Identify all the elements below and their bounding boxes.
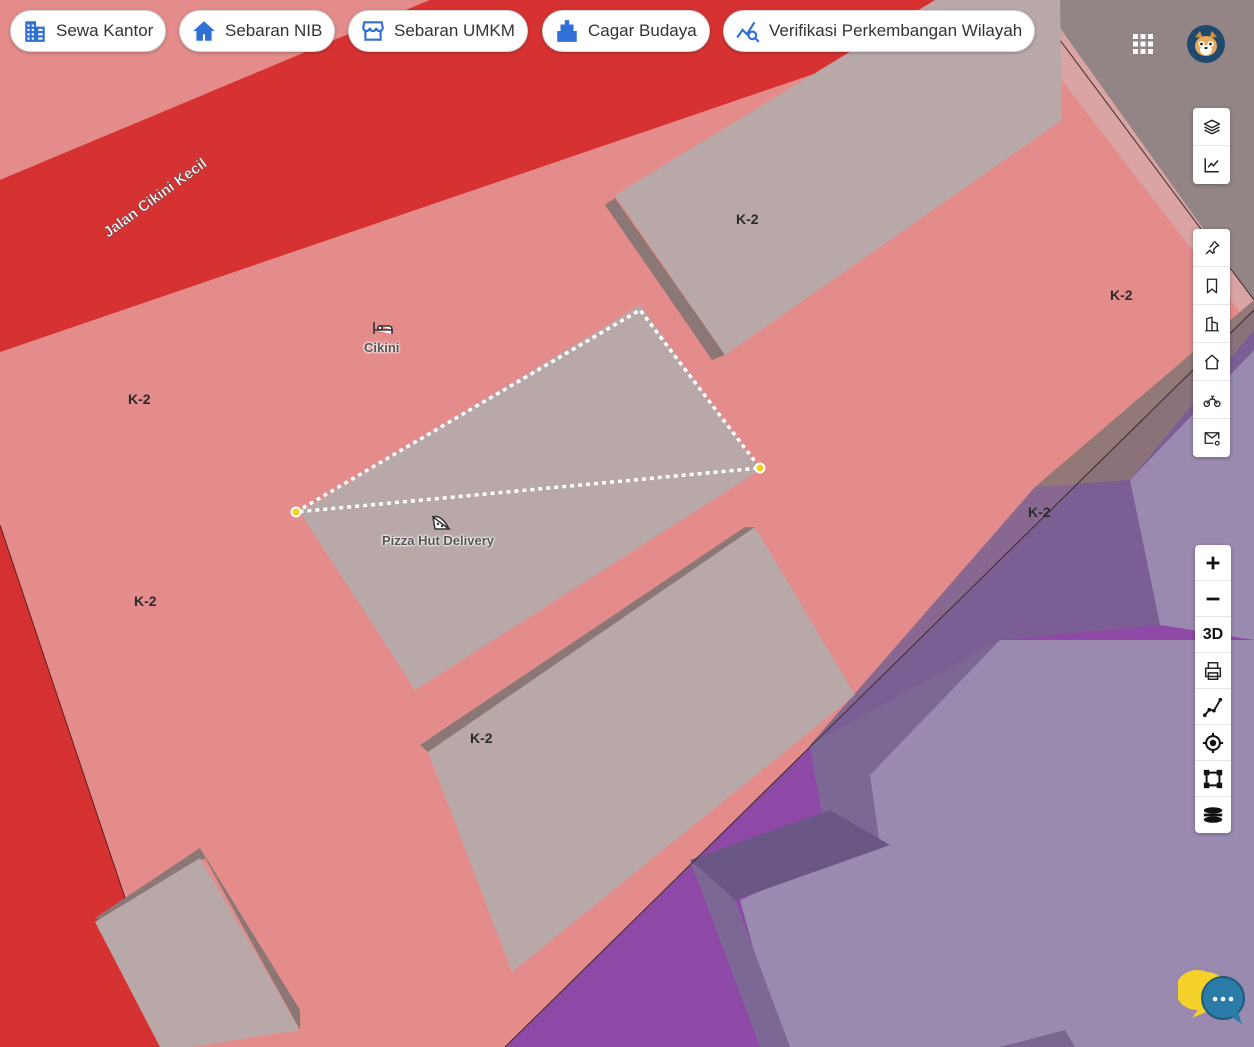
measure-distance-icon bbox=[1202, 697, 1223, 717]
nav-label: Cagar Budaya bbox=[588, 21, 697, 40]
nav-label: Verifikasi Perkembangan Wilayah bbox=[769, 21, 1023, 40]
motorbike-button[interactable] bbox=[1193, 381, 1230, 419]
toolbar-mid bbox=[1193, 229, 1230, 457]
buildings-button[interactable] bbox=[1193, 305, 1230, 343]
home-icon bbox=[193, 21, 215, 41]
zoom-in-icon bbox=[1206, 556, 1220, 569]
mail-settings-icon bbox=[1204, 432, 1220, 446]
poi-cikini[interactable]: Cikini bbox=[360, 318, 406, 358]
house-icon bbox=[1204, 354, 1219, 369]
nav-sewa-kantor-button[interactable]: Sewa Kantor bbox=[10, 10, 167, 52]
bookmark-icon bbox=[1206, 278, 1217, 293]
3d-toggle-button[interactable]: 3D bbox=[1195, 617, 1231, 653]
nav-label: Sebaran UMKM bbox=[394, 21, 515, 40]
pizza-icon bbox=[431, 515, 452, 530]
layers-button[interactable] bbox=[1193, 108, 1230, 146]
zone-label: K-2 bbox=[1028, 504, 1051, 520]
nav-cagar-budaya-button[interactable]: Cagar Budaya bbox=[542, 10, 710, 52]
zoom-out-icon bbox=[1206, 597, 1220, 600]
map-canvas[interactable]: Jalan Cikini Kecil bbox=[0, 0, 1254, 1047]
map-controls: 3D bbox=[1195, 545, 1231, 833]
zone-label: K-2 bbox=[128, 391, 151, 407]
nav-sebaran-umkm-button[interactable]: Sebaran UMKM bbox=[348, 10, 528, 52]
measure-area-button[interactable] bbox=[1195, 761, 1231, 797]
motorbike-icon bbox=[1202, 395, 1221, 407]
hotel-icon bbox=[373, 322, 393, 334]
print-icon bbox=[1204, 661, 1222, 680]
nav-verifikasi-button[interactable]: Verifikasi Perkembangan Wilayah bbox=[723, 10, 1036, 52]
zoom-out-button[interactable] bbox=[1195, 581, 1231, 617]
poi-label: Pizza Hut Delivery bbox=[382, 533, 494, 548]
zone-label: K-2 bbox=[736, 211, 759, 227]
house-button[interactable] bbox=[1193, 343, 1230, 381]
locate-button[interactable] bbox=[1195, 725, 1231, 761]
buildings-icon bbox=[1204, 315, 1219, 331]
nav-sebaran-nib-button[interactable]: Sebaran NIB bbox=[179, 10, 336, 52]
chat-bubbles-icon[interactable] bbox=[1178, 966, 1248, 1026]
storefront-icon bbox=[362, 21, 384, 41]
basemap-icon bbox=[1203, 807, 1223, 823]
poi-label: Cikini bbox=[364, 340, 400, 355]
basemap-button[interactable] bbox=[1195, 797, 1231, 833]
locate-icon bbox=[1202, 732, 1224, 753]
print-button[interactable] bbox=[1195, 653, 1231, 689]
analytics-chart-icon bbox=[1204, 158, 1219, 173]
zone-label: K-2 bbox=[134, 593, 157, 609]
nav-label: Sebaran NIB bbox=[225, 21, 323, 40]
measure-area-icon bbox=[1203, 769, 1223, 788]
zoom-in-button[interactable] bbox=[1195, 545, 1231, 581]
apps-grid-icon[interactable] bbox=[1131, 32, 1155, 56]
toolbar-top bbox=[1193, 108, 1230, 184]
office-building-icon bbox=[25, 21, 45, 42]
layers-icon bbox=[1203, 119, 1220, 134]
pin-icon bbox=[1205, 240, 1219, 254]
nav-label: Sewa Kantor bbox=[56, 21, 154, 40]
zone-label: K-2 bbox=[1110, 287, 1133, 303]
analytics-button[interactable] bbox=[1193, 146, 1230, 184]
measure-vertex bbox=[290, 506, 302, 518]
mail-settings-button[interactable] bbox=[1193, 419, 1230, 457]
bookmark-button[interactable] bbox=[1193, 267, 1230, 305]
zone-label: K-2 bbox=[470, 730, 493, 746]
chart-search-icon bbox=[736, 21, 760, 43]
heritage-building-icon bbox=[557, 20, 577, 42]
measure-distance-button[interactable] bbox=[1195, 689, 1231, 725]
user-avatar[interactable] bbox=[1187, 25, 1225, 63]
poi-pizza-hut[interactable]: Pizza Hut Delivery bbox=[380, 512, 505, 552]
pin-button[interactable] bbox=[1193, 229, 1230, 267]
